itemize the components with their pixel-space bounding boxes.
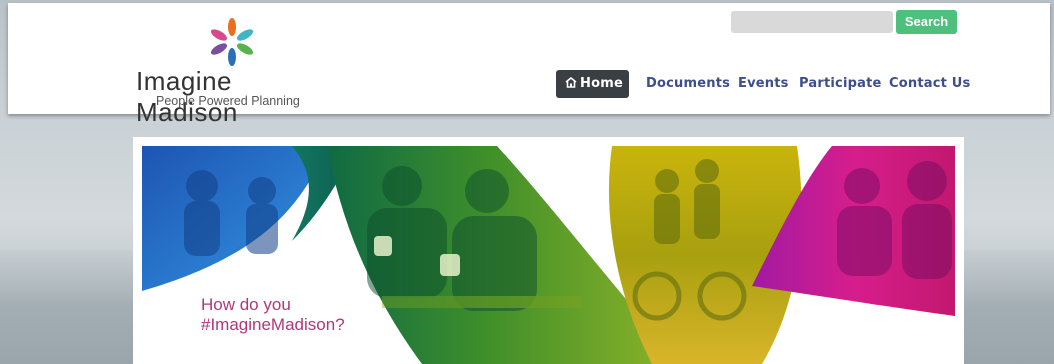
nav-home[interactable]: Home [556, 70, 629, 98]
nav-documents[interactable]: Documents [646, 70, 730, 98]
logo-mark-icon [210, 18, 254, 66]
site-logo[interactable]: Imagine Madison People Powered Planning [136, 17, 336, 127]
hero-banner: How do you #ImagineMadison? [142, 146, 955, 364]
logo-tagline: People Powered Planning [156, 94, 300, 108]
nav-home-label: Home [580, 76, 623, 91]
nav-participate[interactable]: Participate [799, 70, 882, 98]
banner-line-2: #ImagineMadison? [201, 315, 345, 334]
home-icon [565, 77, 577, 88]
banner-headline: How do you #ImagineMadison? [201, 295, 345, 335]
search-input[interactable] [731, 11, 893, 33]
content-card: How do you #ImagineMadison? [133, 137, 964, 364]
site-header: Imagine Madison People Powered Planning … [8, 3, 1050, 127]
nav-contact-us[interactable]: Contact Us [889, 70, 970, 98]
banner-line-1: How do you [201, 295, 291, 314]
nav-events[interactable]: Events [738, 70, 789, 98]
search-button[interactable]: Search [896, 10, 957, 34]
